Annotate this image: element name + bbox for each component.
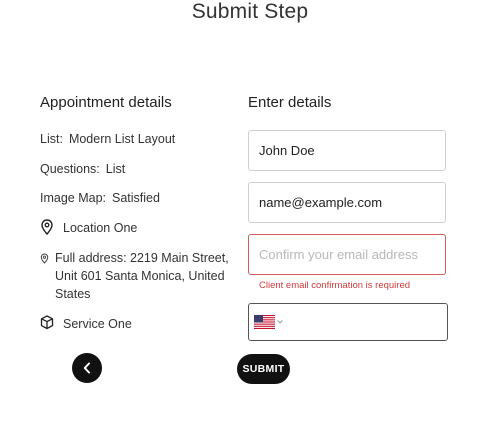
service-row: Service One [40, 315, 132, 335]
chevron-left-icon [82, 362, 92, 374]
detail-questions-label: Questions: [40, 162, 100, 176]
service-name: Service One [63, 317, 132, 331]
box-icon [40, 315, 63, 335]
location-row: Location One [40, 219, 137, 240]
back-button[interactable] [72, 353, 102, 383]
phone-input[interactable] [291, 305, 445, 341]
appointment-details-heading: Appointment details [40, 94, 172, 111]
chevron-down-icon [277, 320, 283, 324]
detail-image-map-value: Satisfied [112, 191, 160, 205]
detail-image-map: Image Map: Satisfied [40, 189, 160, 207]
detail-image-map-label: Image Map: [40, 191, 107, 205]
address-line-3: States [55, 287, 91, 301]
address-line-2: Unit 601 Santa Monica, United [55, 269, 225, 283]
map-pin-icon [40, 219, 63, 240]
submit-button[interactable]: SUBMIT [237, 354, 290, 384]
address-line-1: Full address: 2219 Main Street, [55, 251, 229, 265]
detail-questions-value: List [105, 162, 126, 176]
us-flag-icon [254, 315, 275, 329]
page-title: Submit Step [191, 0, 309, 23]
detail-questions: Questions: List [40, 160, 125, 178]
country-select[interactable] [254, 315, 283, 329]
detail-list-label: List: [40, 132, 63, 146]
enter-details-heading: Enter details [248, 94, 332, 111]
map-pin-small-icon [40, 249, 55, 269]
address-row: Full address: 2219 Main Street, Unit 601… [40, 249, 229, 303]
email-input[interactable] [248, 182, 446, 223]
location-name: Location One [63, 221, 138, 235]
detail-list-value: Modern List Layout [68, 132, 176, 146]
full-address: Full address: 2219 Main Street, Unit 601… [55, 249, 229, 303]
confirm-email-error: Client email confirmation is required [259, 280, 411, 291]
detail-list: List: Modern List Layout [40, 130, 175, 148]
phone-field [248, 303, 448, 341]
confirm-email-input[interactable] [248, 234, 446, 275]
name-input[interactable] [248, 130, 446, 171]
